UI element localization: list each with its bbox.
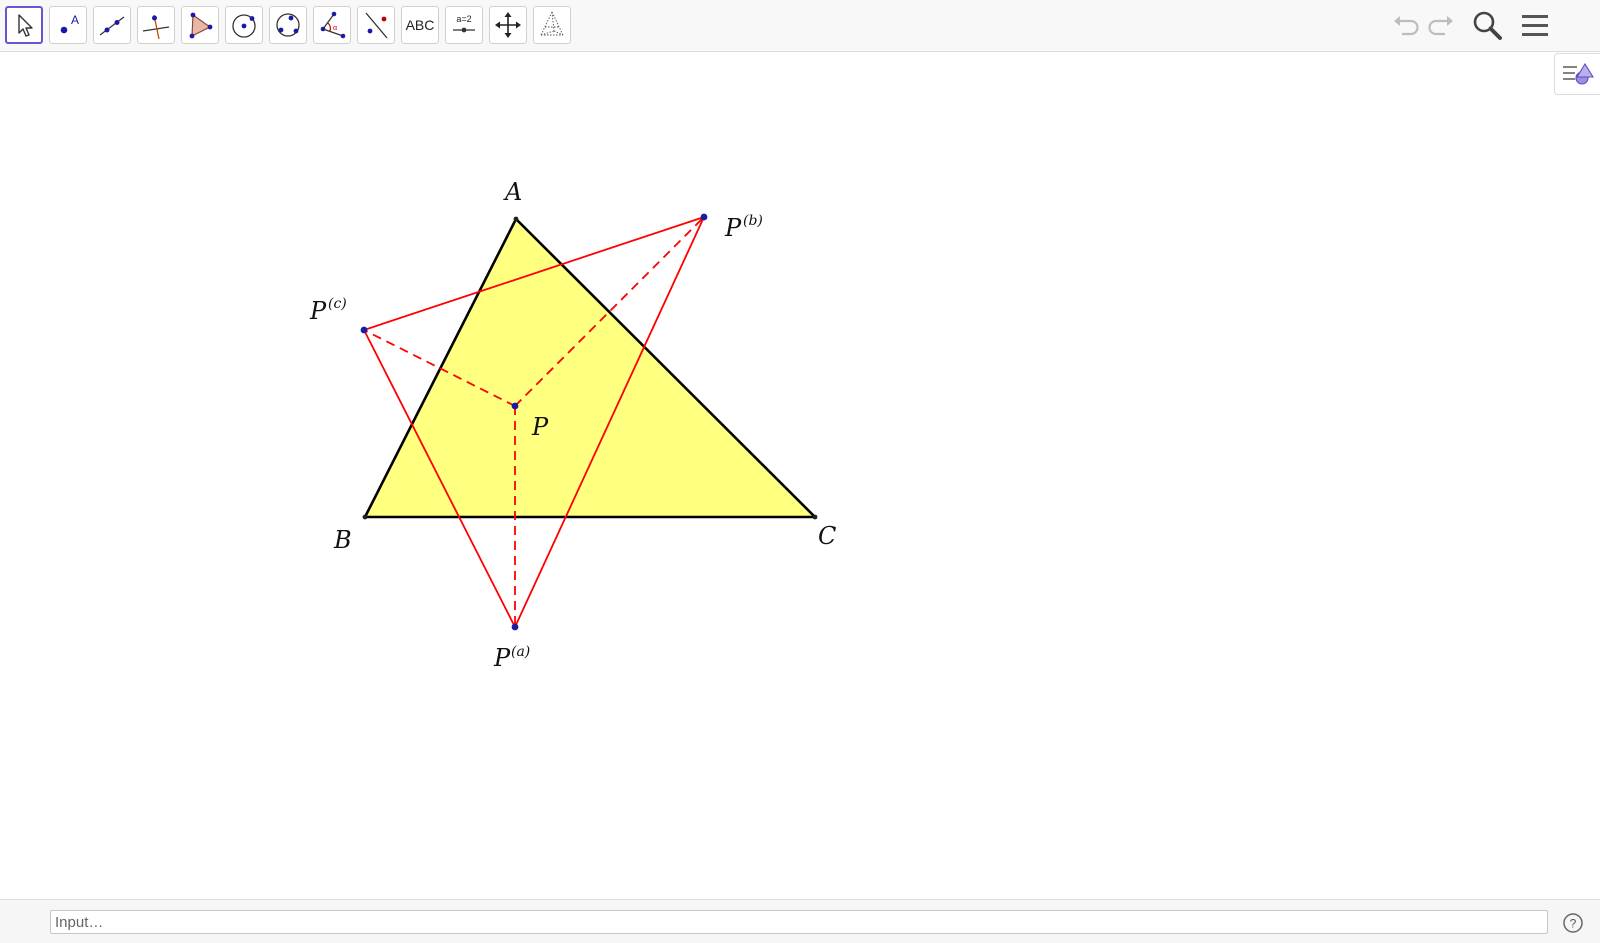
reflect-tool-button[interactable] — [357, 6, 395, 44]
undo-button[interactable] — [1387, 8, 1423, 44]
point-p-c[interactable] — [360, 326, 368, 334]
circle-center-point-icon — [232, 14, 256, 38]
move-tool-button[interactable] — [5, 6, 43, 44]
redo-icon — [1428, 16, 1453, 36]
label-p-a: P — [493, 644, 511, 672]
angle-tool-button[interactable]: α — [313, 6, 351, 44]
move-graphics-view-tool-button[interactable] — [489, 6, 527, 44]
search-icon — [1473, 11, 1502, 40]
help-icon: ? — [1563, 913, 1583, 933]
svg-text:?: ? — [1570, 917, 1577, 931]
triangle-abc[interactable] — [363, 217, 817, 519]
point-tool-button[interactable]: A — [49, 6, 87, 44]
point-a[interactable] — [513, 216, 519, 222]
angle-icon: α — [320, 11, 346, 39]
toolbar: A α ABC a=2 — [0, 0, 1600, 52]
label-p-c: P — [309, 297, 327, 325]
label-p: P — [531, 413, 549, 441]
point-p-a[interactable] — [511, 623, 519, 631]
input-bar: ? — [0, 899, 1600, 943]
style-bar-toggle-icon — [1563, 62, 1594, 85]
point-icon: A — [60, 13, 79, 34]
move-graphics-view-icon — [495, 12, 521, 38]
3d-graphics-tool-button[interactable] — [533, 6, 571, 44]
reflect-about-line-icon — [365, 12, 388, 39]
menu-icon — [1522, 15, 1548, 36]
label-b: B — [333, 526, 352, 554]
text-tool-button[interactable]: ABC — [401, 6, 439, 44]
label-a: A — [503, 178, 522, 206]
slider-tool-label: a=2 — [456, 14, 471, 24]
line-tool-button[interactable] — [93, 6, 131, 44]
circle-three-points-icon — [276, 13, 300, 37]
point-p-b[interactable] — [700, 213, 708, 221]
redo-button[interactable] — [1424, 8, 1460, 44]
graphics-view[interactable]: A B C P P (a) P (b) P (c) — [0, 53, 1600, 899]
point-b[interactable] — [362, 514, 368, 520]
perpendicular-line-icon — [142, 14, 170, 40]
perpendicular-line-tool-button[interactable] — [137, 6, 175, 44]
point-tool-glyph: A — [71, 13, 79, 27]
label-p-c-superscript: (c) — [328, 296, 347, 312]
line-icon — [99, 16, 125, 36]
help-button[interactable]: ? — [1562, 912, 1584, 934]
svg-text:α: α — [333, 25, 337, 32]
search-button[interactable] — [1470, 8, 1506, 44]
polygon-icon — [189, 12, 213, 39]
text-icon: ABC — [405, 17, 435, 33]
undo-icon — [1394, 16, 1419, 36]
menu-button[interactable] — [1517, 8, 1553, 44]
label-p-b: P — [724, 214, 742, 242]
3d-graphics-icon — [540, 11, 564, 36]
slider-icon: a=2 — [453, 14, 475, 33]
style-bar-toggle-button[interactable] — [1554, 53, 1600, 95]
point-c[interactable] — [812, 514, 818, 520]
label-c: C — [818, 522, 836, 550]
slider-tool-button[interactable]: a=2 — [445, 6, 483, 44]
polygon-tool-button[interactable] — [181, 6, 219, 44]
point-p[interactable] — [511, 402, 519, 410]
circle-three-points-tool-button[interactable] — [269, 6, 307, 44]
move-arrow-icon — [18, 14, 33, 37]
label-p-a-superscript: (a) — [511, 644, 530, 660]
label-p-b-superscript: (b) — [743, 213, 763, 229]
circle-tool-button[interactable] — [225, 6, 263, 44]
algebra-input-field[interactable] — [50, 910, 1548, 934]
